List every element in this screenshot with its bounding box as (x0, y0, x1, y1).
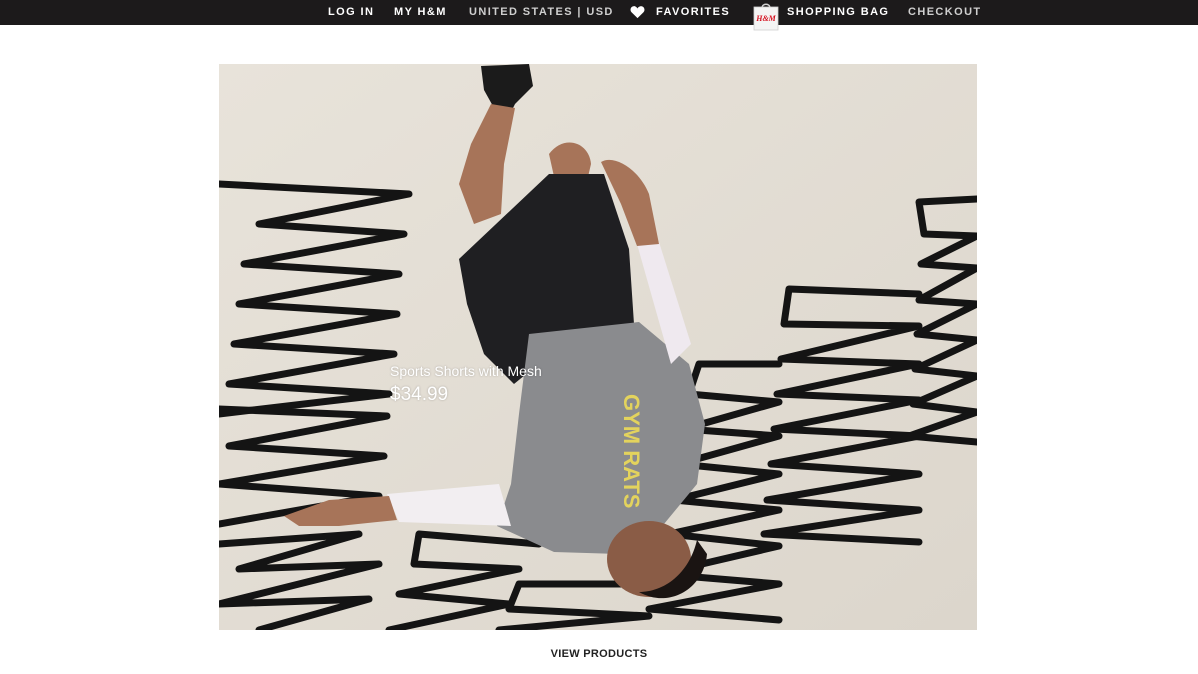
shopping-bag-link[interactable]: SHOPPING BAG (787, 0, 889, 25)
checkout-link[interactable]: CHECKOUT (908, 0, 982, 25)
login-link[interactable]: LOG IN (328, 0, 374, 25)
top-navigation-bar: LOG IN MY H&M UNITED STATES | USD FAVORI… (0, 0, 1198, 31)
hero-campaign-image[interactable]: GYM RATS (219, 64, 977, 630)
product-name[interactable]: Sports Shorts with Mesh (390, 362, 542, 380)
heart-icon[interactable] (630, 5, 645, 19)
view-products-container: VIEW PRODUCTS (0, 646, 1198, 662)
favorites-link[interactable]: FAVORITES (656, 0, 730, 25)
product-price: $34.99 (390, 384, 449, 405)
view-products-link[interactable]: VIEW PRODUCTS (551, 648, 648, 660)
hero-photo-illustration: GYM RATS (219, 64, 977, 630)
shopping-bag-icon[interactable]: H&M (752, 0, 780, 31)
bag-brand-logo: H&M (755, 14, 776, 23)
my-hm-link[interactable]: MY H&M (394, 0, 447, 25)
product-caption[interactable]: Sports Shorts with Mesh $34.99 (390, 362, 542, 408)
shirt-print: GYM RATS (619, 394, 644, 508)
region-currency-selector[interactable]: UNITED STATES | USD (469, 0, 614, 25)
